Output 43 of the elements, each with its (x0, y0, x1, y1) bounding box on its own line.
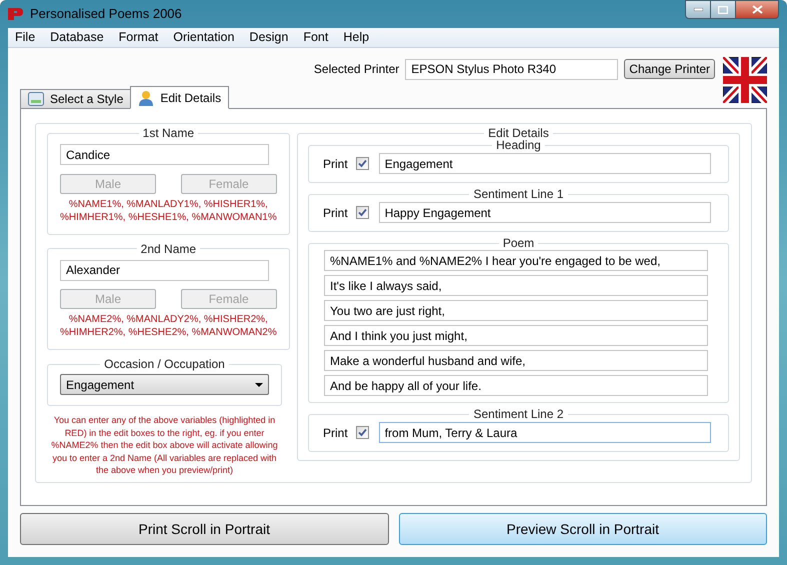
text-field[interactable]: from Mum, Terry & Laura (378, 422, 711, 443)
window-title: Personalised Poems 2006 (30, 5, 182, 24)
menu-item[interactable]: Help (343, 28, 370, 47)
text-field[interactable]: Candice (60, 144, 269, 165)
group-title: Heading (495, 138, 542, 152)
group-title: Sentiment Line 2 (472, 407, 565, 421)
menu-item[interactable]: Database (50, 28, 104, 47)
menu-item[interactable]: Orientation (173, 28, 234, 47)
variables-text: %HIMHER1%, %HESHE1%, %MANWOMAN1% (60, 210, 277, 224)
text-field[interactable]: You two are just right, (324, 300, 708, 321)
text-field[interactable]: Make a wonderful husband and wife, (324, 350, 708, 371)
variables-text: %HIMHER2%, %HESHE2%, %MANWOMAN2% (60, 326, 277, 339)
text-field[interactable]: It's like I always said, (324, 275, 708, 296)
occasion-dropdown[interactable]: Engagement (60, 374, 269, 395)
group-title: 1st Name (142, 126, 196, 140)
group-title: Edit Details (487, 126, 550, 140)
print-label: Print (323, 204, 348, 222)
text-field[interactable]: %NAME1% and %NAME2% I hear you're engaged to be wed, (324, 250, 708, 271)
printer-label: Selected Printer (314, 61, 400, 78)
menu-item[interactable]: Format (118, 28, 158, 47)
text-field[interactable]: Engagement (378, 153, 711, 174)
action-button[interactable]: Preview Scroll in Portrait (398, 513, 767, 545)
menu-item[interactable]: Font (303, 28, 328, 47)
variables-text: %NAME2%, %MANLADY2%, %HISHER2%, (68, 313, 268, 326)
print-label: Print (323, 424, 348, 442)
group-title: Poem (502, 236, 536, 250)
printer-field[interactable]: EPSON Stylus Photo R340 (405, 58, 618, 80)
tab[interactable]: Select a Style (20, 89, 132, 109)
tab[interactable]: Edit Details (130, 86, 230, 109)
text-field[interactable]: And I think you just might, (324, 325, 708, 346)
action-button[interactable]: Print Scroll in Portrait (20, 513, 388, 545)
text-field[interactable]: Alexander (60, 260, 269, 280)
change-printer-button[interactable]: Change Printer (624, 59, 715, 79)
menu-item[interactable]: Design (249, 28, 288, 47)
group-title: 2nd Name (140, 242, 198, 256)
print-label: Print (323, 156, 348, 172)
menu-item[interactable]: File (15, 28, 36, 47)
group-title: Occasion / Occupation (103, 357, 226, 371)
text-field[interactable]: Happy Engagement (378, 202, 711, 223)
group-title: Sentiment Line 1 (472, 187, 565, 201)
help-text: You can enter any of the above variables (highlighted in RED) in the edit boxes to the right, eg. if you enter %NAME2% then the edit box above will activate allowing you to enter a 2nd Name (All variables are replaced with the above when you preview/print) (50, 414, 279, 476)
text-field[interactable]: And be happy all of your life. (324, 375, 708, 396)
variables-text: %NAME1%, %MANLADY1%, %HISHER1%, (68, 198, 268, 210)
